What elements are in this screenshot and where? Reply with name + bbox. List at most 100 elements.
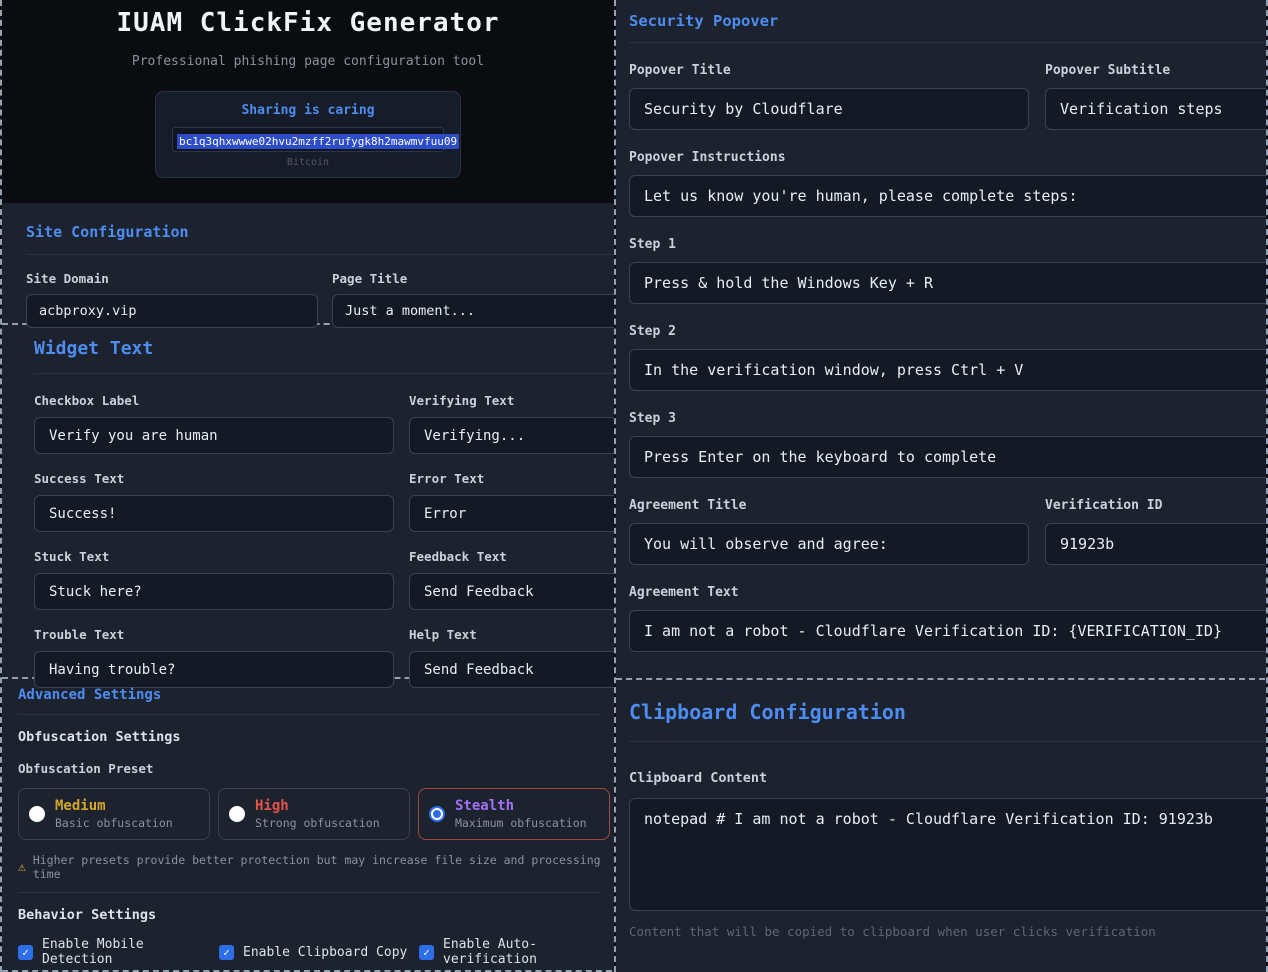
divider <box>18 892 600 893</box>
preset-stealth-name: Stealth <box>455 798 587 816</box>
checkbox-label: Enable Clipboard Copy <box>243 945 407 960</box>
bitcoin-currency-label: Bitcoin <box>172 157 444 168</box>
obfuscation-preset-label: Obfuscation Preset <box>18 761 614 776</box>
popover-title-input[interactable] <box>629 88 1029 130</box>
feedback-text-field-group: Feedback Text <box>409 532 614 610</box>
right-column: Security Popover Popover Title Popover S… <box>614 0 1268 972</box>
step-3-input[interactable] <box>629 436 1268 478</box>
checkbox-icon[interactable]: ✓ <box>18 945 33 960</box>
step-2-input[interactable] <box>629 349 1268 391</box>
bitcoin-address-value[interactable]: bc1q3qhxwwwe02hvu2mzff2rufygk8h2mawmvfuu… <box>177 134 459 149</box>
checkbox-label-label: Checkbox Label <box>34 393 394 408</box>
preset-high-option[interactable]: High Strong obfuscation <box>218 788 410 840</box>
trouble-text-input[interactable] <box>34 651 394 688</box>
stuck-text-label: Stuck Text <box>34 549 394 564</box>
clickfix-generator-app: IUAM ClickFix Generator Professional phi… <box>0 0 1268 972</box>
help-text-label: Help Text <box>409 627 614 642</box>
clipboard-configuration-title: Clipboard Configuration <box>629 700 1268 724</box>
site-domain-input[interactable] <box>26 294 318 328</box>
popover-subtitle-input[interactable] <box>1045 88 1268 130</box>
feedback-text-input[interactable] <box>409 573 614 610</box>
success-text-label: Success Text <box>34 471 394 486</box>
success-text-field-group: Success Text <box>34 454 394 532</box>
popover-subtitle-field-group: Popover Subtitle <box>1045 43 1268 130</box>
divider <box>34 373 614 374</box>
preset-medium-name: Medium <box>55 798 173 816</box>
checkbox-enable-auto-verification[interactable]: ✓ Enable Auto-verification <box>419 937 614 967</box>
agreement-title-field-group: Agreement Title <box>629 478 1029 565</box>
security-popover-title: Security Popover <box>629 12 1268 30</box>
advanced-settings-panel: Advanced Settings Obfuscation Settings O… <box>2 677 614 972</box>
agreement-text-label: Agreement Text <box>629 585 1268 600</box>
verifying-text-input[interactable] <box>409 417 614 454</box>
divider <box>18 714 600 715</box>
widget-text-panel: Widget Text Checkbox Label Verifying Tex… <box>2 323 614 677</box>
security-popover-panel: Security Popover Popover Title Popover S… <box>616 0 1268 678</box>
checkbox-label-input[interactable] <box>34 417 394 454</box>
verifying-text-label: Verifying Text <box>409 393 614 408</box>
site-configuration-title: Site Configuration <box>26 223 614 241</box>
checkbox-icon[interactable]: ✓ <box>219 945 234 960</box>
step-1-input[interactable] <box>629 262 1268 304</box>
preset-high-description: Strong obfuscation <box>255 816 380 830</box>
advanced-settings-title: Advanced Settings <box>18 687 614 703</box>
help-text-field-group: Help Text <box>409 610 614 688</box>
checkbox-icon[interactable]: ✓ <box>419 945 434 960</box>
verifying-text-field-group: Verifying Text <box>409 376 614 454</box>
preset-medium-option[interactable]: Medium Basic obfuscation <box>18 788 210 840</box>
popover-title-label: Popover Title <box>629 63 1029 78</box>
agreement-title-input[interactable] <box>629 523 1029 565</box>
error-text-label: Error Text <box>409 471 614 486</box>
checkbox-label: Enable Auto-verification <box>443 937 614 967</box>
success-text-input[interactable] <box>34 495 394 532</box>
step-1-label: Step 1 <box>629 237 1268 252</box>
help-text-input[interactable] <box>409 651 614 688</box>
warning-text: Higher presets provide better protection… <box>33 853 614 881</box>
feedback-text-label: Feedback Text <box>409 549 614 564</box>
checkbox-enable-clipboard-copy[interactable]: ✓ Enable Clipboard Copy <box>219 937 419 967</box>
preset-high-name: High <box>255 798 380 816</box>
preset-stealth-radio[interactable] <box>429 806 445 822</box>
clipboard-content-label: Clipboard Content <box>629 770 1268 786</box>
checkbox-label-field-group: Checkbox Label <box>34 376 394 454</box>
popover-instructions-input[interactable] <box>629 175 1268 217</box>
stuck-text-input[interactable] <box>34 573 394 610</box>
agreement-text-input[interactable] <box>629 610 1268 652</box>
error-text-field-group: Error Text <box>409 454 614 532</box>
page-title-label: Page Title <box>332 271 614 286</box>
obfuscation-settings-heading: Obfuscation Settings <box>18 729 614 745</box>
preset-stealth-option[interactable]: Stealth Maximum obfuscation <box>418 788 610 840</box>
left-column: IUAM ClickFix Generator Professional phi… <box>0 0 614 972</box>
obfuscation-warning: ⚠ Higher presets provide better protecti… <box>18 853 614 881</box>
page-title-field-group: Page Title <box>332 271 614 328</box>
error-text-input[interactable] <box>409 495 614 532</box>
app-subtitle: Professional phishing page configuration… <box>2 54 614 69</box>
verification-id-label: Verification ID <box>1045 498 1268 513</box>
popover-title-field-group: Popover Title <box>629 43 1029 130</box>
clipboard-content-textarea[interactable]: notepad # I am not a robot - Cloudflare … <box>629 798 1268 911</box>
warning-icon: ⚠ <box>18 860 26 875</box>
step-2-label: Step 2 <box>629 324 1268 339</box>
widget-text-title: Widget Text <box>34 338 614 359</box>
divider <box>629 741 1268 742</box>
divider <box>26 254 614 255</box>
bitcoin-address-field[interactable]: bc1q3qhxwwwe02hvu2mzff2rufygk8h2mawmvfuu… <box>172 127 444 152</box>
site-configuration-panel: Site Configuration Site Domain Page Titl… <box>2 203 614 323</box>
preset-medium-radio[interactable] <box>29 806 45 822</box>
preset-medium-description: Basic obfuscation <box>55 816 173 830</box>
verification-id-input[interactable] <box>1045 523 1268 565</box>
checkbox-enable-mobile-detection[interactable]: ✓ Enable Mobile Detection <box>18 937 219 967</box>
popover-instructions-label: Popover Instructions <box>629 150 1268 165</box>
donation-card: Sharing is caring bc1q3qhxwwwe02hvu2mzff… <box>155 91 461 178</box>
site-domain-field-group: Site Domain <box>26 271 318 328</box>
page-title-input[interactable] <box>332 294 614 328</box>
popover-subtitle-label: Popover Subtitle <box>1045 63 1268 78</box>
clipboard-configuration-panel: Clipboard Configuration Clipboard Conten… <box>616 678 1268 972</box>
trouble-text-label: Trouble Text <box>34 627 394 642</box>
behavior-settings-heading: Behavior Settings <box>18 907 614 923</box>
preset-stealth-description: Maximum obfuscation <box>455 816 587 830</box>
app-title: IUAM ClickFix Generator <box>2 8 614 38</box>
stuck-text-field-group: Stuck Text <box>34 532 394 610</box>
preset-high-radio[interactable] <box>229 806 245 822</box>
step-3-label: Step 3 <box>629 411 1268 426</box>
